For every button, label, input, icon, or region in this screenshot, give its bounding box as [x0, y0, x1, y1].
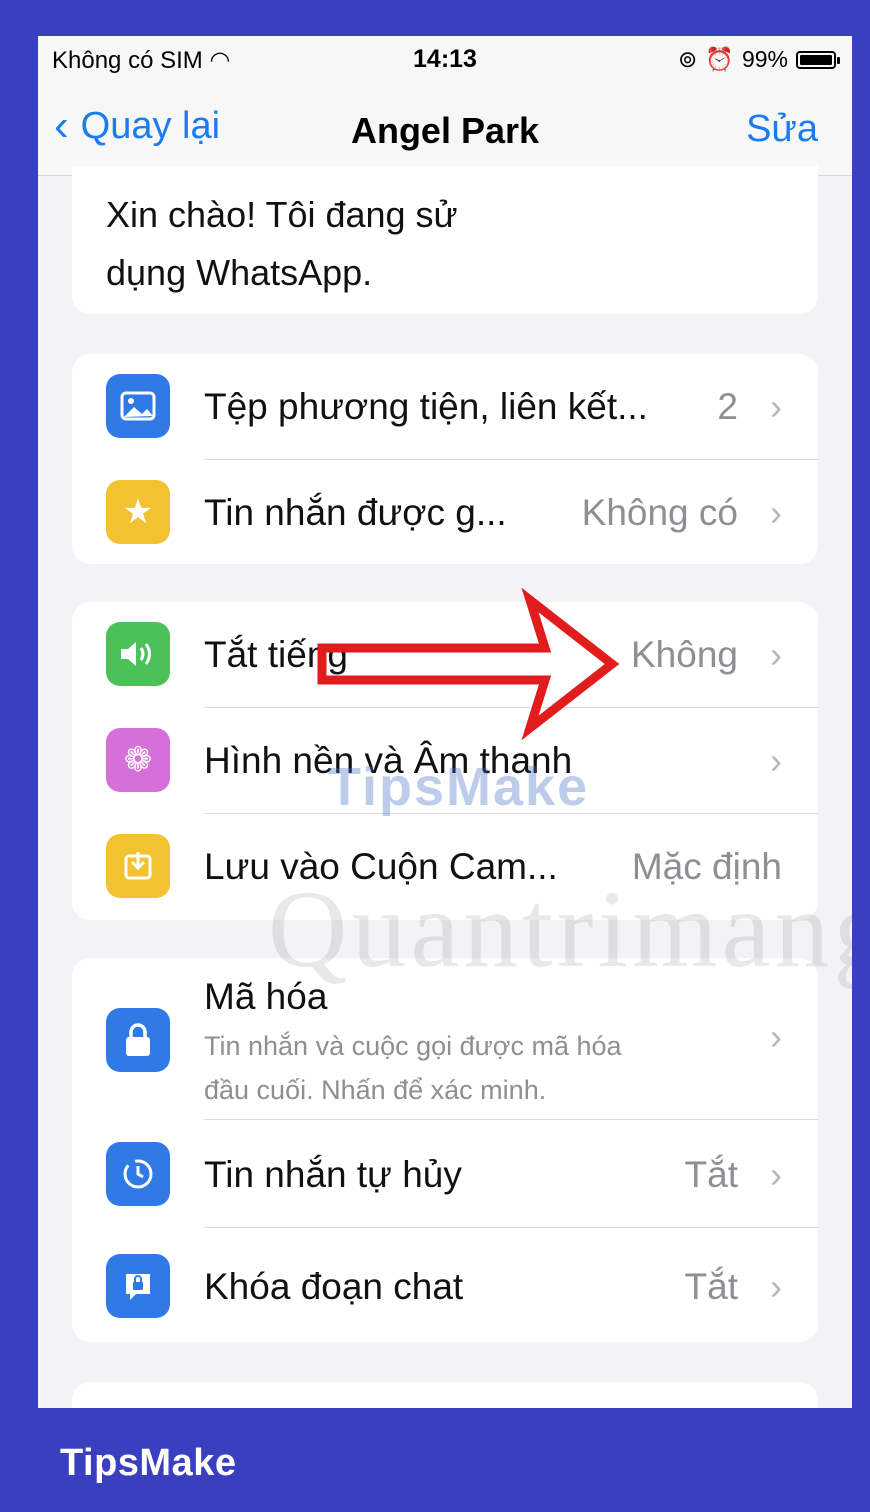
row-label: Tệp phương tiện, liên kết... — [204, 386, 648, 427]
save-to-camera-roll-row[interactable]: Lưu vào Cuộn Cam... Mặc định — [72, 814, 818, 920]
mute-row[interactable]: Tắt tiếng Không › — [72, 602, 818, 708]
page-title: Angel Park — [350, 110, 540, 151]
navigation-bar: ‹ Quay lại Angel Park Sửa — [38, 84, 852, 176]
about-line-2: dụng WhatsApp. — [106, 252, 373, 293]
about-line-1: Xin chào! Tôi đang sử — [106, 194, 458, 235]
encryption-row[interactable]: Mã hóa Tin nhắn và cuộc gọi được mã hóa … — [72, 958, 818, 1120]
media-links-row[interactable]: Tệp phương tiện, liên kết... 2 › — [72, 354, 818, 460]
battery-icon — [796, 50, 840, 69]
save-icon — [106, 834, 170, 898]
edit-button[interactable]: Sửa — [746, 108, 818, 151]
alarm-icon: ⏰ — [705, 46, 734, 72]
star-icon: ★ — [106, 480, 170, 544]
subtitle-line-2: đầu cuối. Nhấn để xác minh. — [204, 1075, 547, 1105]
phone-screen: Không có SIM ◠ 14:13 ⊚ ⏰ 99% ‹ Quay lại … — [38, 36, 852, 1408]
chevron-right-icon: › — [770, 1154, 782, 1195]
row-value: 2 — [717, 386, 738, 427]
battery-percent: 99% — [741, 46, 788, 72]
row-label: Tắt tiếng — [204, 634, 348, 675]
flower-icon: ❁ — [106, 728, 170, 792]
starred-messages-row[interactable]: ★ Tin nhắn được g... Không có › — [72, 460, 818, 564]
row-label: Lưu vào Cuộn Cam... — [204, 846, 558, 887]
chevron-right-icon: › — [770, 1266, 782, 1307]
chat-lock-icon — [106, 1254, 170, 1318]
timer-icon — [106, 1142, 170, 1206]
battery-fill — [800, 54, 832, 65]
rotation-lock-icon: ⊚ — [678, 46, 698, 72]
settings-group: Tắt tiếng Không › ❁ Hình nền và Âm thanh… — [72, 602, 818, 920]
row-label: Mã hóa — [204, 976, 328, 1017]
about-card: Xin chào! Tôi đang sử dụng WhatsApp. — [72, 166, 818, 314]
row-value: Tắt — [684, 1154, 738, 1195]
disappearing-messages-row[interactable]: Tin nhắn tự hủy Tắt › — [72, 1120, 818, 1228]
footer-brand: TipsMake — [60, 1442, 237, 1484]
status-bar: Không có SIM ◠ 14:13 ⊚ ⏰ 99% — [38, 36, 852, 84]
row-value: Mặc định — [631, 846, 782, 887]
row-value: Không — [631, 634, 738, 675]
speaker-icon — [106, 622, 170, 686]
chevron-right-icon: › — [770, 492, 782, 533]
chevron-right-icon: › — [770, 1016, 782, 1057]
row-value: Không có — [581, 492, 738, 533]
chevron-right-icon: › — [770, 634, 782, 675]
row-value: Tắt — [684, 1266, 738, 1307]
subtitle-line-1: Tin nhắn và cuộc gọi được mã hóa — [204, 1031, 622, 1061]
row-label: Hình nền và Âm thanh — [204, 740, 573, 781]
photo-icon — [106, 374, 170, 438]
chat-lock-row[interactable]: Khóa đoạn chat Tắt › — [72, 1228, 818, 1342]
chevron-right-icon: › — [770, 740, 782, 781]
row-label: Tin nhắn được g... — [204, 492, 507, 533]
footer-bar: TipsMake — [0, 1408, 870, 1512]
row-subtitle: Tin nhắn và cuộc gọi được mã hóa đầu cuố… — [204, 1024, 724, 1112]
media-group: Tệp phương tiện, liên kết... 2 › ★ Tin n… — [72, 354, 818, 564]
row-label: Khóa đoạn chat — [204, 1266, 464, 1307]
privacy-group: Mã hóa Tin nhắn và cuộc gọi được mã hóa … — [72, 958, 818, 1342]
wallpaper-sound-row[interactable]: ❁ Hình nền và Âm thanh › — [72, 708, 818, 814]
next-group-card — [72, 1382, 818, 1408]
row-label: Tin nhắn tự hủy — [204, 1154, 462, 1195]
lock-icon — [106, 1008, 170, 1072]
chevron-right-icon: › — [770, 386, 782, 427]
about-text: Xin chào! Tôi đang sử dụng WhatsApp. — [106, 186, 758, 302]
status-right: ⊚ ⏰ 99% — [678, 46, 840, 73]
